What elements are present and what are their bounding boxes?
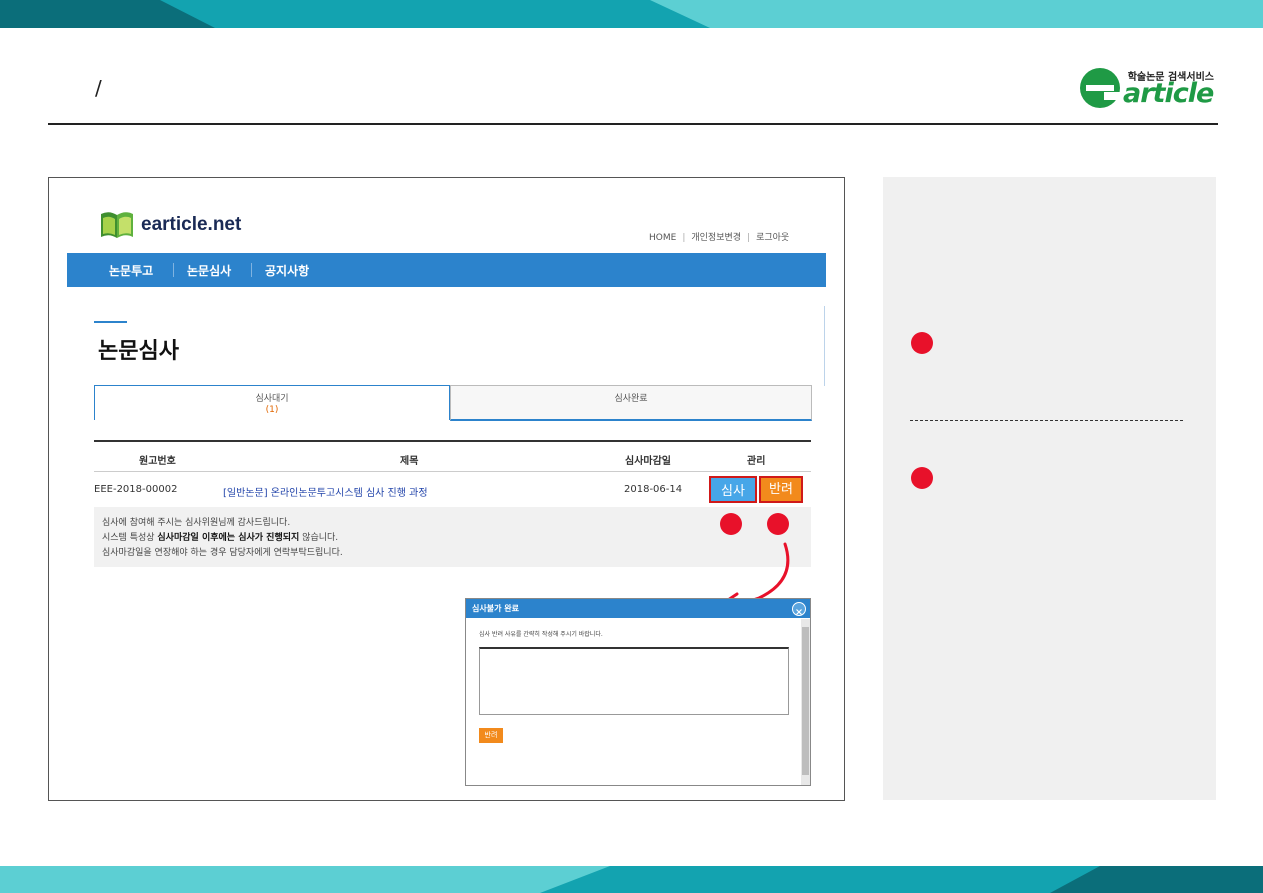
nav-item-review[interactable]: 논문심사 — [187, 262, 231, 279]
tab-completed-review[interactable]: 심사완료 — [450, 385, 812, 421]
review-button[interactable]: 심사 — [709, 476, 757, 503]
table-header-divider — [94, 471, 811, 472]
util-separator: | — [682, 233, 686, 243]
notice-line-3: 심사마감일을 연장해야 하는 경우 담당자에게 연락부탁드립니다. — [102, 548, 343, 558]
close-icon[interactable] — [792, 602, 806, 616]
popup-scrollbar-thumb[interactable] — [802, 627, 809, 775]
notice-line-2-end: 않습니다. — [299, 533, 339, 543]
popup-submit-return-button[interactable]: 반려 — [479, 728, 503, 743]
util-link-profile[interactable]: 개인정보변경 — [691, 233, 741, 243]
cell-deadline: 2018-06-14 — [624, 484, 683, 495]
tab-pending-label: 심사대기 — [255, 394, 289, 404]
content-edge-line — [824, 306, 825, 386]
top-decoration-band — [0, 0, 1263, 28]
earticle-book-logo-icon — [101, 212, 133, 238]
callout-marker-review — [720, 513, 742, 535]
popup-title: 심사불가 완료 — [472, 604, 519, 613]
tab-pending-count: (1) — [265, 405, 279, 415]
nav-item-notice[interactable]: 공지사항 — [265, 262, 309, 279]
side-marker-2 — [911, 467, 933, 489]
header-divider — [48, 123, 1218, 125]
table-top-border — [94, 440, 811, 442]
site-name[interactable]: earticle.net — [141, 214, 241, 236]
utility-nav: HOME | 개인정보변경 | 로그아웃 — [649, 230, 789, 243]
side-dashed-divider — [910, 420, 1183, 421]
column-header-title: 제목 — [400, 456, 419, 467]
notice-line-2-start: 시스템 특성상 — [102, 533, 158, 543]
earticle-e-mark-icon — [1080, 68, 1122, 108]
return-button[interactable]: 반려 — [759, 476, 803, 503]
tab-completed-label: 심사완료 — [614, 394, 648, 404]
bottom-decoration-band — [0, 866, 1263, 893]
popup-scrollbar[interactable] — [801, 619, 810, 785]
return-reason-popup: 심사불가 완료 심사 반려 사유를 간략히 작성해 주시기 바랍니다. 반려 — [465, 598, 811, 786]
tab-pending-review[interactable]: 심사대기 (1) — [94, 385, 450, 420]
main-navigation-bar: 논문투고 논문심사 공지사항 — [67, 253, 826, 287]
cell-manuscript-title-link[interactable]: [일반논문] 온라인논문투고시스템 심사 진행 과정 — [223, 484, 428, 499]
return-reason-textarea[interactable] — [479, 647, 789, 715]
popup-header: 심사불가 완료 — [466, 599, 810, 618]
notice-line-2-emphasis: 심사마감일 이후에는 심사가 진행되지 — [157, 533, 300, 543]
slide-title-mark: / — [95, 76, 102, 100]
popup-description: 심사 반려 사유를 간략히 작성해 주시기 바랍니다. — [479, 631, 603, 638]
side-marker-1 — [911, 332, 933, 354]
earticle-brand-logo: 학술논문 검색서비스 article — [1078, 64, 1218, 112]
column-header-manage: 관리 — [747, 456, 766, 467]
nav-separator — [173, 263, 174, 277]
util-link-logout[interactable]: 로그아웃 — [756, 233, 789, 243]
column-header-deadline: 심사마감일 — [625, 456, 671, 467]
notice-line-2: 시스템 특성상 심사마감일 이후에는 심사가 진행되지 않습니다. — [102, 530, 338, 543]
util-separator: | — [747, 233, 751, 243]
notice-line-1: 심사에 참여해 주시는 심사위원님께 감사드립니다. — [102, 518, 291, 528]
util-link-home[interactable]: HOME — [649, 233, 676, 243]
cell-manuscript-id: EEE-2018-00002 — [94, 484, 178, 495]
nav-item-submit[interactable]: 논문투고 — [109, 262, 153, 279]
page-title: 논문심사 — [98, 339, 179, 364]
brand-wordmark: article — [1123, 78, 1214, 109]
screenshot-frame: earticle.net HOME | 개인정보변경 | 로그아웃 논문투고 논문심사 … — [48, 177, 845, 801]
nav-separator — [251, 263, 252, 277]
side-info-panel — [883, 177, 1216, 800]
column-header-id: 원고번호 — [139, 456, 176, 467]
callout-marker-return — [767, 513, 789, 535]
title-accent-line — [94, 321, 127, 323]
